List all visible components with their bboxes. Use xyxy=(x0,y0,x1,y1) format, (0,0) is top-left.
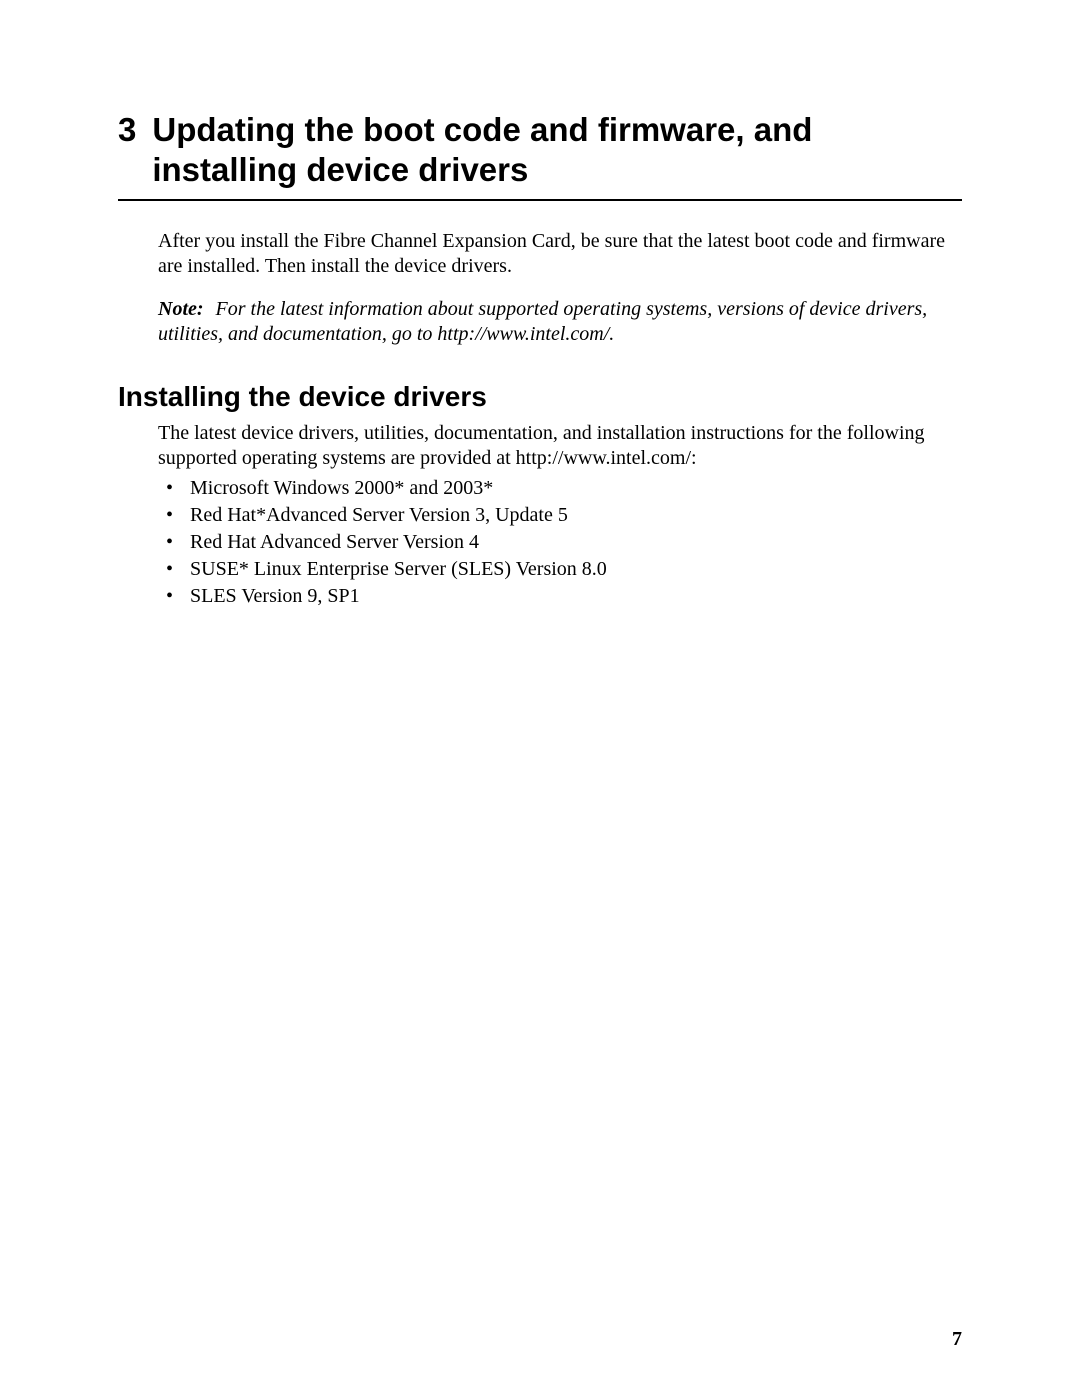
list-item: Microsoft Windows 2000* and 2003* xyxy=(158,475,962,501)
intro-paragraph: After you install the Fibre Channel Expa… xyxy=(158,229,962,279)
note-label: Note: xyxy=(158,298,216,320)
chapter-rule xyxy=(118,199,962,201)
note-block: Note:For the latest information about su… xyxy=(158,297,962,347)
section-heading: Installing the device drivers xyxy=(118,381,962,413)
chapter-heading: 3 Updating the boot code and firmware, a… xyxy=(118,110,962,189)
chapter-number: 3 xyxy=(118,110,152,189)
section-intro: The latest device drivers, utilities, do… xyxy=(158,421,962,471)
page-number: 7 xyxy=(952,1328,962,1351)
list-item: Red Hat Advanced Server Version 4 xyxy=(158,529,962,555)
chapter-title: Updating the boot code and firmware, and… xyxy=(152,110,962,189)
note-text: For the latest information about support… xyxy=(158,298,927,345)
page-content: 3 Updating the boot code and firmware, a… xyxy=(0,0,1080,609)
list-item: SUSE* Linux Enterprise Server (SLES) Ver… xyxy=(158,556,962,582)
os-list: Microsoft Windows 2000* and 2003* Red Ha… xyxy=(158,475,962,609)
list-item: Red Hat*Advanced Server Version 3, Updat… xyxy=(158,502,962,528)
list-item: SLES Version 9, SP1 xyxy=(158,583,962,609)
